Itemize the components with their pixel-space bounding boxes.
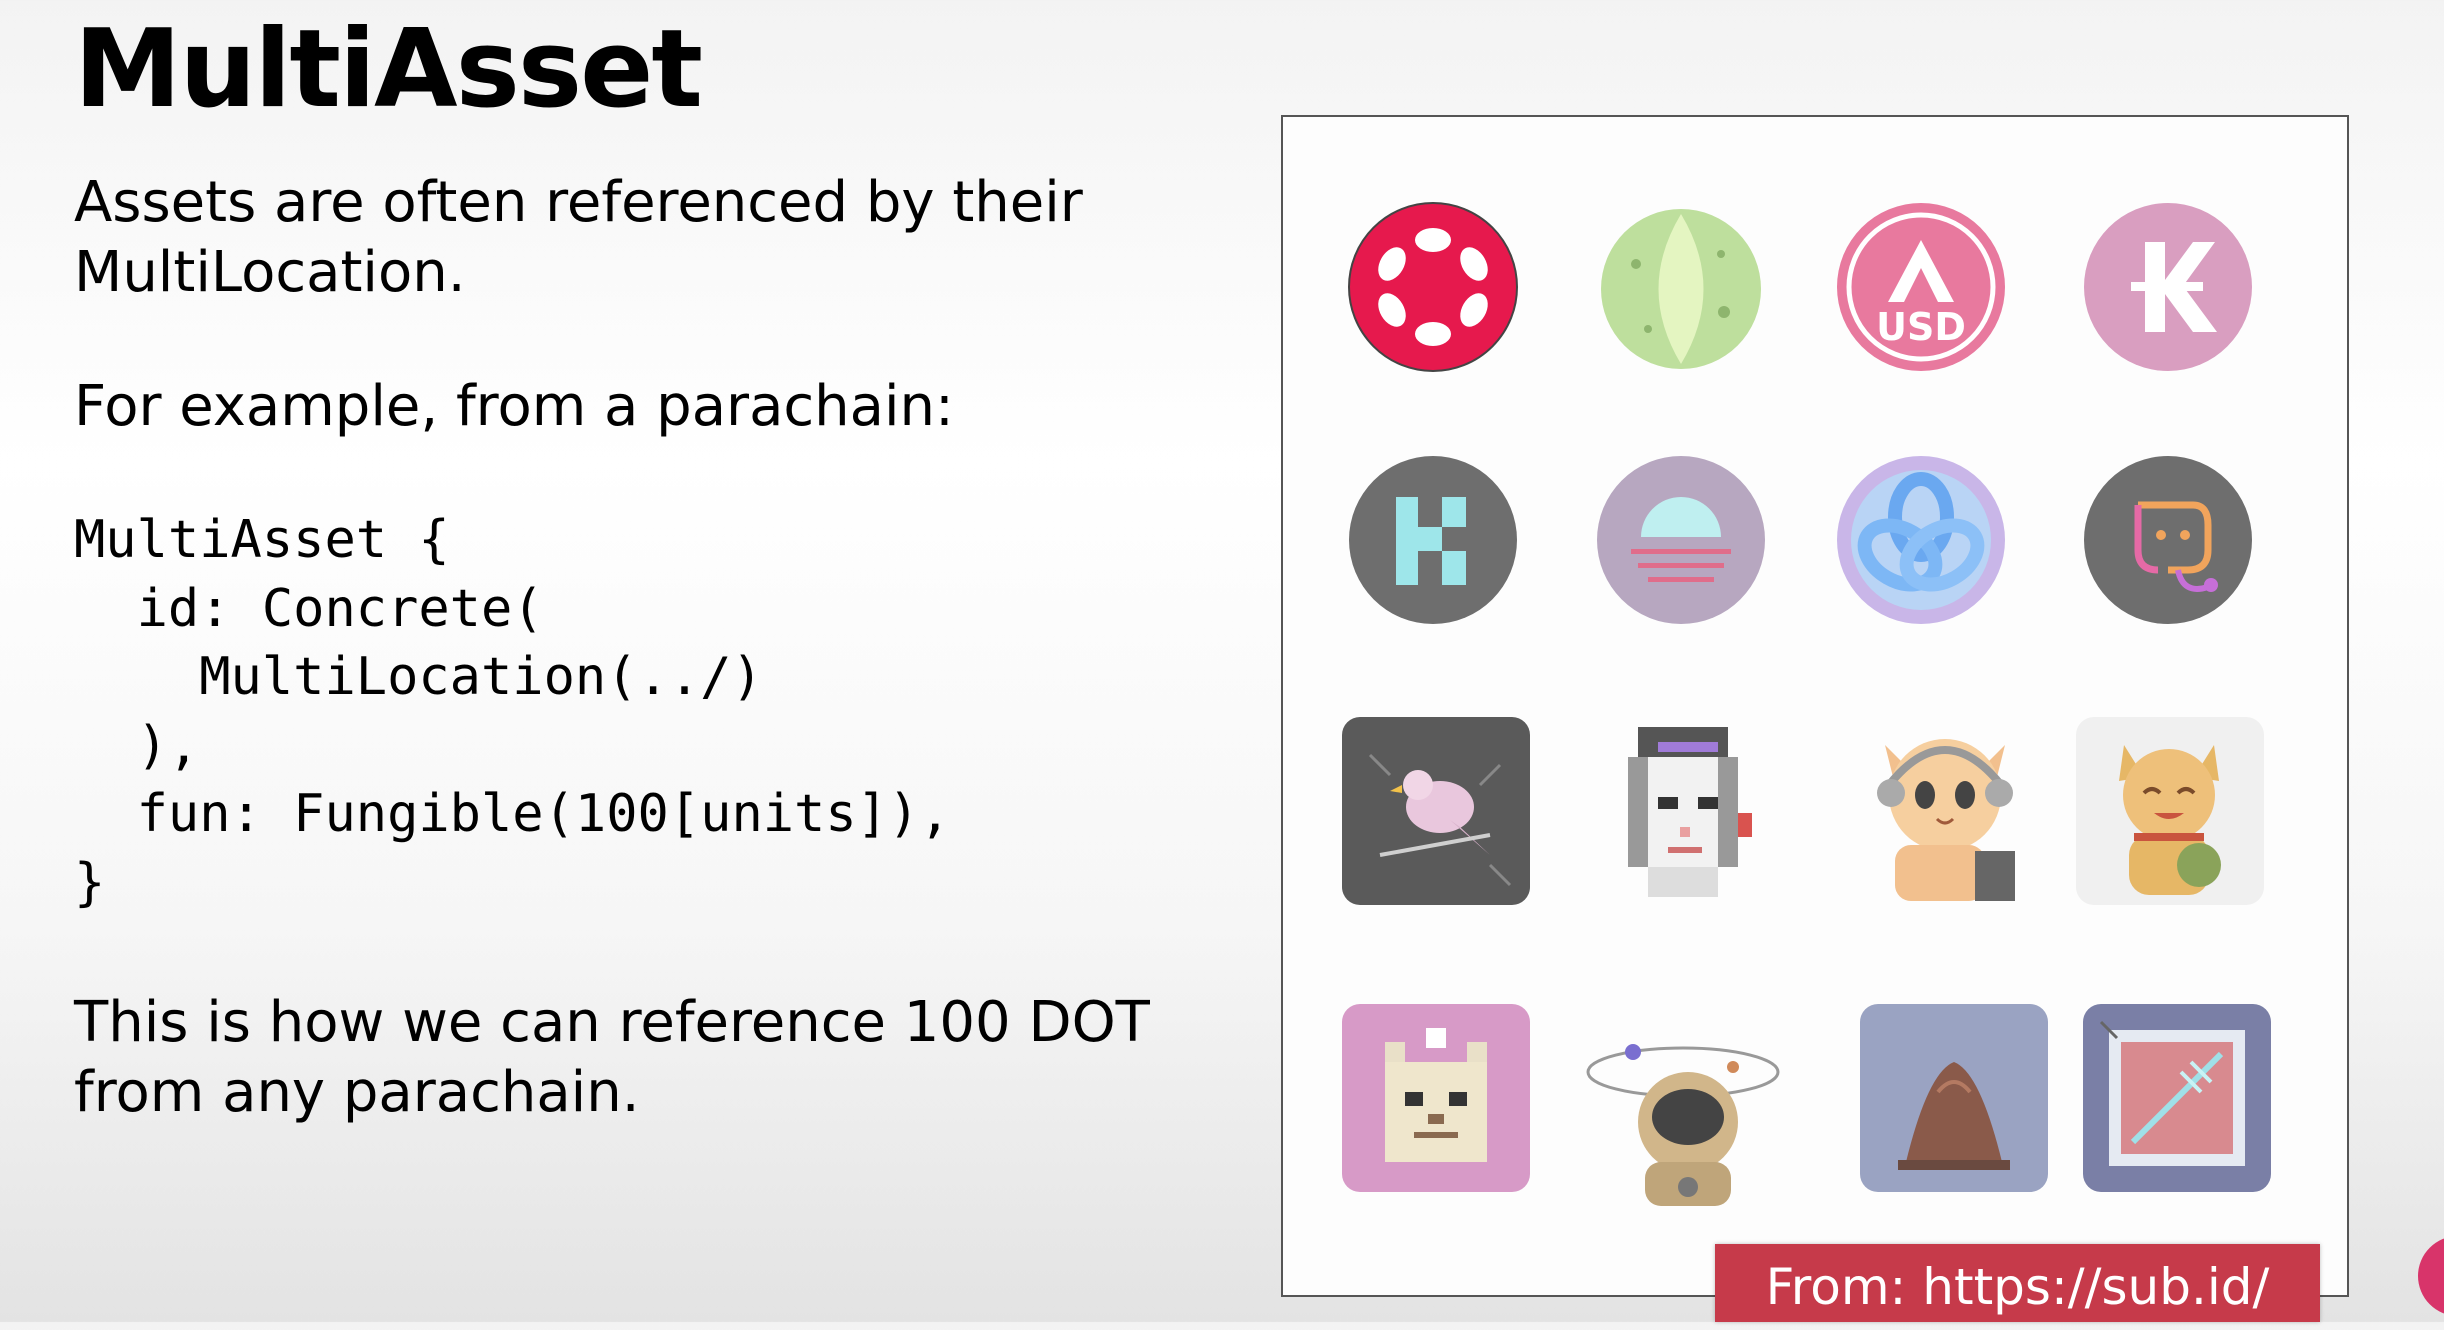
multiasset-code-block: MultiAsset { id: Concrete( MultiLocation… <box>74 510 951 913</box>
green-token-icon <box>1596 204 1766 374</box>
ausd-token-icon: USD <box>1836 202 2006 372</box>
mountain-nft-icon <box>1858 1002 2050 1194</box>
face-token-icon <box>2083 455 2253 625</box>
cat-headphones-nft-icon <box>1855 715 2039 907</box>
corner-badge <box>2418 1236 2444 1316</box>
svg-text:USD: USD <box>1876 305 1966 349</box>
polkadot-token-icon <box>1348 202 1518 372</box>
karura-token-icon <box>2083 202 2253 372</box>
pixel-punk-nft-icon <box>1588 717 1778 909</box>
bird-nft-icon <box>1340 715 1532 907</box>
slide-title: MultiAsset <box>74 7 703 132</box>
asset-icons-panel: USD <box>1281 115 2349 1297</box>
source-label: From: https://sub.id/ <box>1715 1244 2320 1322</box>
lucky-cat-nft-icon <box>2074 715 2266 907</box>
pixel-cat-nft-icon <box>1340 1002 1532 1194</box>
intro-paragraph: Assets are often referenced by their Mul… <box>74 170 1083 305</box>
knot-token-icon <box>1836 455 2006 625</box>
sunset-token-icon <box>1596 455 1766 625</box>
astronaut-nft-icon <box>1583 1012 1783 1212</box>
example-paragraph: For example, from a parachain: <box>74 374 954 439</box>
kilt-token-icon <box>1348 455 1518 625</box>
red-box-nft-icon <box>2081 1002 2273 1194</box>
conclusion-paragraph: This is how we can reference 100 DOT fro… <box>74 990 1150 1125</box>
